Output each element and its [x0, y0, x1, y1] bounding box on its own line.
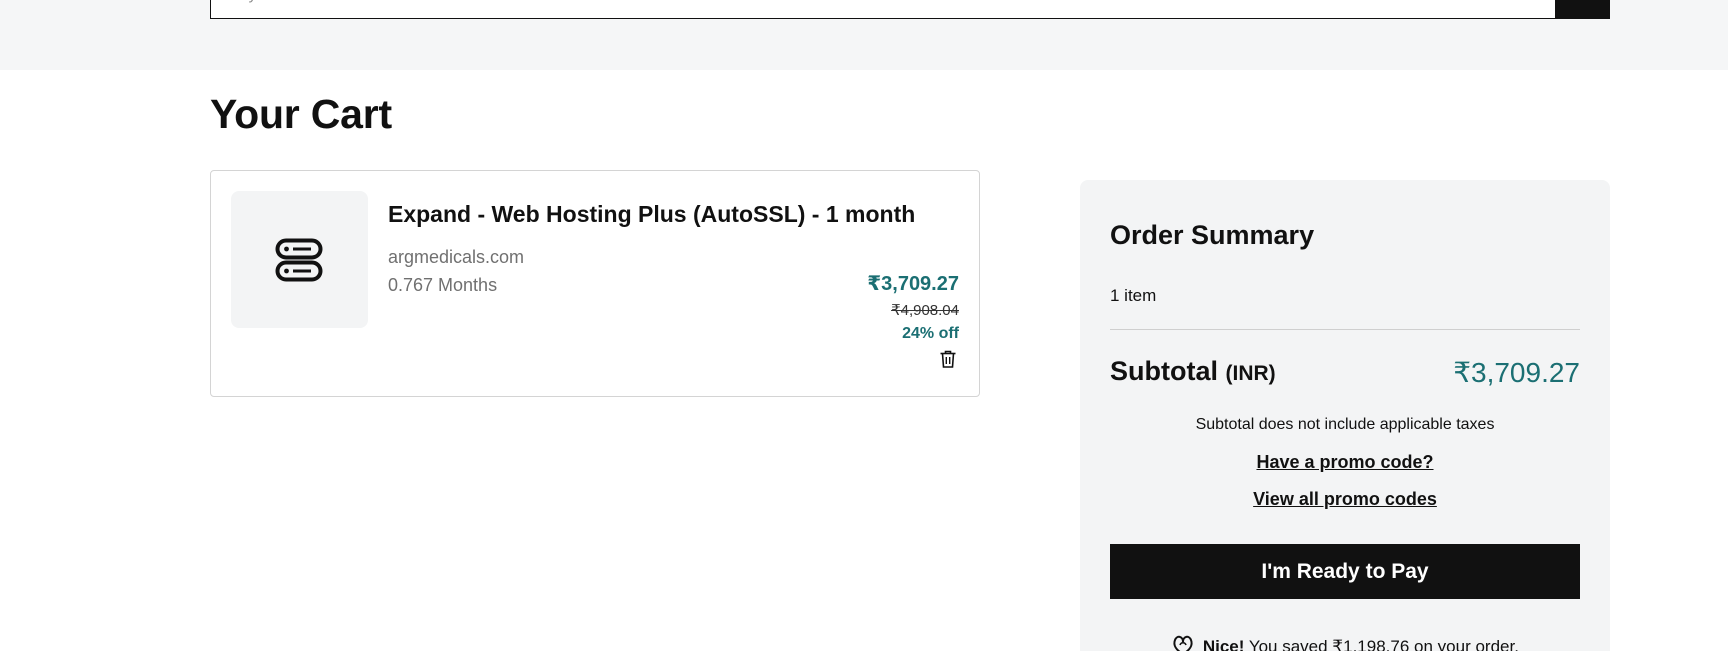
have-promo-code-link[interactable]: Have a promo code?: [1256, 452, 1433, 472]
search-band: [0, 0, 1728, 70]
subtotal-label: Subtotal (INR): [1110, 356, 1276, 387]
order-summary-panel: Order Summary 1 item Subtotal (INR) ₹3,7…: [1080, 180, 1610, 651]
ready-to-pay-button[interactable]: I'm Ready to Pay: [1110, 544, 1580, 599]
tax-note: Subtotal does not include applicable tax…: [1195, 416, 1495, 433]
trash-icon: [940, 350, 956, 368]
page-title: Your Cart: [210, 91, 392, 137]
product-domain: argmedicals.com: [388, 247, 525, 267]
product-price: ₹3,709.27: [867, 273, 959, 295]
item-count: 1 item: [1110, 286, 1157, 305]
subtotal-label-text: Subtotal: [1110, 356, 1218, 386]
view-all-promo-codes-link[interactable]: View all promo codes: [1253, 489, 1437, 509]
product-discount: 24% off: [902, 325, 959, 342]
summary-divider: [1110, 329, 1580, 330]
search-button[interactable]: [1555, 0, 1610, 19]
domain-search-input[interactable]: [210, 0, 1556, 19]
savings-message: Nice! You saved ₹1,198.76 on your order.: [1110, 634, 1580, 651]
promo-code-row: Have a promo code?: [1110, 452, 1580, 473]
remove-item-button[interactable]: [937, 349, 959, 371]
order-summary-title: Order Summary: [1110, 220, 1315, 250]
product-thumbnail: [231, 191, 368, 328]
view-promo-codes-row: View all promo codes: [1110, 489, 1580, 510]
product-title: Expand - Web Hosting Plus (AutoSSL) - 1 …: [388, 201, 916, 227]
server-icon: [275, 238, 323, 282]
product-term: 0.767 Months: [388, 275, 498, 295]
subtotal-value: ₹3,709.27: [1453, 357, 1580, 388]
subtotal-currency: (INR): [1225, 362, 1276, 385]
savings-text: You saved ₹1,198.76 on your order.: [1248, 637, 1519, 651]
product-original-price: ₹4,908.04: [891, 302, 959, 319]
brand-logo-icon: [1173, 635, 1193, 651]
cart-item: Expand - Web Hosting Plus (AutoSSL) - 1 …: [210, 170, 980, 397]
savings-prefix: Nice!: [1202, 637, 1245, 651]
